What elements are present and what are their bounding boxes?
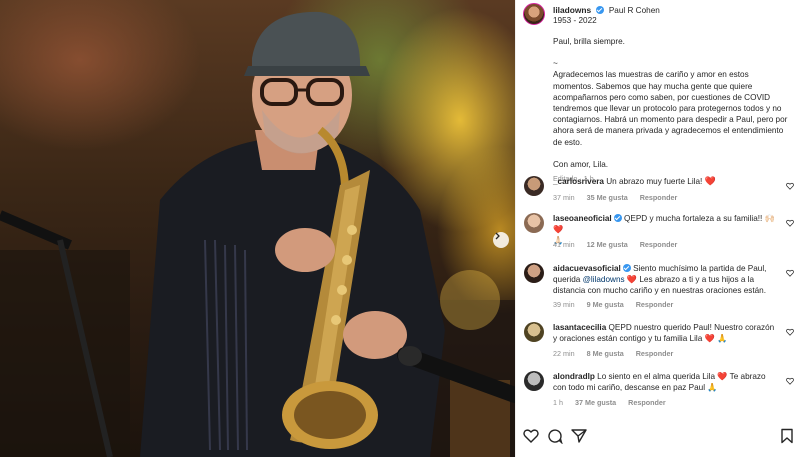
comment-item: alondradlp Lo siento en el alma querida … bbox=[524, 371, 794, 411]
carousel-next-button[interactable] bbox=[493, 232, 509, 248]
share-icon[interactable] bbox=[571, 428, 587, 444]
post-action-bar bbox=[523, 428, 795, 448]
comment-meta: 39 min 9 Me gusta Responder bbox=[553, 300, 683, 309]
caption-paragraph: Agradecemos las muestras de cariño y amo… bbox=[553, 70, 788, 147]
mention-link[interactable]: @liladowns bbox=[583, 275, 625, 284]
red-heart-emoji: ❤️ bbox=[704, 176, 716, 186]
years-text: 1953 - 2022 bbox=[553, 16, 597, 25]
comment-likes[interactable]: 37 Me gusta bbox=[575, 398, 616, 407]
reply-button[interactable]: Responder bbox=[636, 300, 674, 309]
comment-username[interactable]: _carlosrivera bbox=[553, 177, 604, 186]
comment-time: 39 min bbox=[553, 300, 575, 309]
comment-text: aidacuevasoficial Siento muchísimo la pa… bbox=[553, 263, 778, 297]
saxophonist-illustration bbox=[0, 11, 515, 457]
verified-icon bbox=[595, 6, 604, 14]
caption-line1: Paul, brilla siempre. bbox=[553, 37, 625, 46]
post-header: liladowns Paul R Cohen bbox=[553, 5, 660, 15]
comment-likes[interactable]: 35 Me gusta bbox=[587, 193, 628, 202]
heart-icon[interactable] bbox=[786, 328, 794, 336]
heart-icon[interactable] bbox=[786, 182, 794, 190]
comment-time: 1 h bbox=[553, 398, 563, 407]
comment-text: alondradlp Lo siento en el alma querida … bbox=[553, 371, 778, 393]
comment-avatar[interactable] bbox=[524, 322, 544, 342]
comment-meta: 41 min 12 Me gusta Responder bbox=[553, 240, 687, 249]
verified-icon bbox=[613, 214, 622, 222]
bookmark-icon[interactable] bbox=[779, 428, 795, 444]
comment-meta: 1 h 37 Me gusta Responder bbox=[553, 398, 676, 407]
comment-avatar[interactable] bbox=[524, 371, 544, 391]
heart-icon[interactable] bbox=[523, 428, 539, 444]
caption-signoff: Con amor, Lila. bbox=[553, 159, 609, 169]
caption-tilde: ~ bbox=[553, 59, 558, 69]
post-photo[interactable] bbox=[0, 0, 515, 457]
comment-likes[interactable]: 12 Me gusta bbox=[587, 240, 628, 249]
comment-meta: 37 min 35 Me gusta Responder bbox=[553, 193, 687, 202]
comment-item: laseoaneoficial QEPD y mucha fortaleza a… bbox=[524, 213, 794, 253]
comment-avatar[interactable] bbox=[524, 213, 544, 233]
comment-likes[interactable]: 8 Me gusta bbox=[587, 349, 624, 358]
chevron-right-icon bbox=[495, 232, 500, 240]
heart-icon[interactable] bbox=[786, 269, 794, 277]
comment-meta: 22 min 8 Me gusta Responder bbox=[553, 349, 683, 358]
comment-icon[interactable] bbox=[547, 428, 563, 444]
reply-button[interactable]: Responder bbox=[636, 349, 674, 358]
comment-text: lasantacecilia QEPD nuestro querido Paul… bbox=[553, 322, 778, 344]
comment-time: 37 min bbox=[553, 193, 575, 202]
comment-username[interactable]: alondradlp bbox=[553, 372, 595, 381]
comment-item: _carlosrivera Un abrazo muy fuerte Lila!… bbox=[524, 176, 794, 206]
heart-icon[interactable] bbox=[786, 219, 794, 227]
heart-icon[interactable] bbox=[786, 377, 794, 385]
comment-username[interactable]: laseoaneoficial bbox=[553, 214, 612, 223]
tagged-person[interactable]: Paul R Cohen bbox=[609, 6, 660, 15]
comment-item: lasantacecilia QEPD nuestro querido Paul… bbox=[524, 322, 794, 362]
comment-item: aidacuevasoficial Siento muchísimo la pa… bbox=[524, 263, 794, 313]
comment-time: 41 min bbox=[553, 240, 575, 249]
comment-avatar[interactable] bbox=[524, 263, 544, 283]
verified-icon bbox=[622, 264, 631, 272]
comment-username[interactable]: aidacuevasoficial bbox=[553, 264, 621, 273]
post-caption: Paul, brilla siempre. ~ Agradecemos las … bbox=[553, 36, 788, 184]
comment-avatar[interactable] bbox=[524, 176, 544, 196]
reply-button[interactable]: Responder bbox=[640, 240, 678, 249]
author-username[interactable]: liladowns bbox=[553, 5, 591, 15]
comment-body: Un abrazo muy fuerte Lila! bbox=[606, 177, 703, 186]
reply-button[interactable]: Responder bbox=[640, 193, 678, 202]
comment-time: 22 min bbox=[553, 349, 575, 358]
reply-button[interactable]: Responder bbox=[628, 398, 666, 407]
comment-username[interactable]: lasantacecilia bbox=[553, 323, 606, 332]
comment-text: _carlosrivera Un abrazo muy fuerte Lila!… bbox=[553, 176, 778, 187]
author-avatar[interactable] bbox=[523, 3, 545, 25]
comment-likes[interactable]: 9 Me gusta bbox=[587, 300, 624, 309]
